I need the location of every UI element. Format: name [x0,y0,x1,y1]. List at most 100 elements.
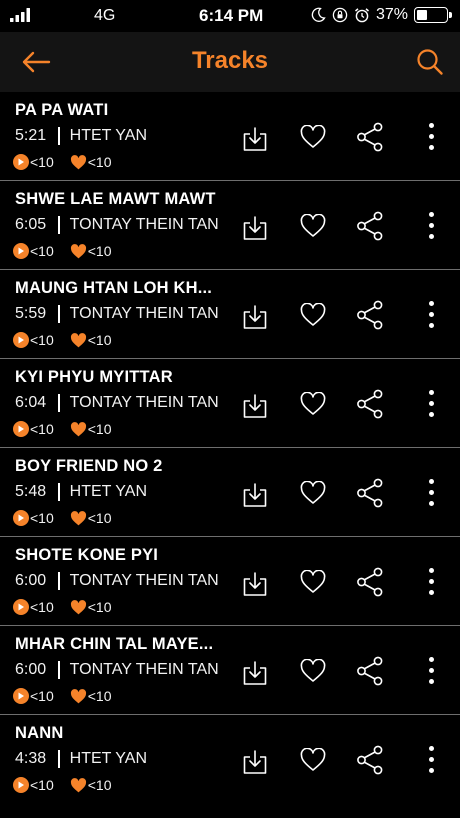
like-count-value: <10 [87,243,112,259]
play-count: <10 [13,777,54,793]
play-count-value: <10 [30,510,54,526]
track-title: BOY FRIEND NO 2 [15,457,163,475]
download-icon [243,394,267,418]
share-icon [357,389,383,419]
alarm-icon [354,8,369,23]
share-button[interactable] [352,386,388,422]
download-button[interactable] [237,477,273,513]
more-vertical-icon [428,745,434,773]
play-count-value: <10 [30,154,54,170]
like-count-value: <10 [87,154,112,170]
download-button[interactable] [237,299,273,335]
like-count: <10 [70,421,112,437]
track-row[interactable]: MHAR CHIN TAL MAYE... 6:00 TONTAY THEIN … [0,626,460,715]
track-title: SHWE LAE MAWT MAWT [15,190,216,208]
track-title: NANN [15,724,64,742]
like-button[interactable] [295,297,331,333]
download-button[interactable] [237,210,273,246]
download-button[interactable] [237,121,273,157]
download-button[interactable] [237,388,273,424]
track-duration: 5:59 [15,305,47,322]
track-duration: 6:05 [15,216,47,233]
more-vertical-icon [428,211,434,239]
like-button[interactable] [295,742,331,778]
more-options-button[interactable] [413,563,449,599]
more-options-button[interactable] [413,652,449,688]
track-stats: <10 <10 [13,421,128,437]
play-count: <10 [13,599,54,615]
track-row[interactable]: BOY FRIEND NO 2 5:48 HTET YAN <10 <10 [0,448,460,537]
like-count-heart-icon [70,510,86,525]
track-stats: <10 <10 [13,510,128,526]
like-count: <10 [70,510,112,526]
meta-separator [58,127,60,145]
like-button[interactable] [295,653,331,689]
download-icon [243,483,267,507]
share-button[interactable] [352,297,388,333]
like-button[interactable] [295,564,331,600]
like-button[interactable] [295,119,331,155]
track-row[interactable]: PA PA WATI 5:21 HTET YAN <10 <10 [0,92,460,181]
more-options-button[interactable] [413,207,449,243]
page-title: Tracks [191,47,269,74]
heart-icon [300,392,326,415]
like-count-heart-icon [70,777,86,792]
like-count-heart-icon [70,154,86,169]
like-count: <10 [70,777,112,793]
more-options-button[interactable] [413,741,449,777]
track-artist: TONTAY THEIN TAN [69,661,219,678]
like-button[interactable] [295,208,331,244]
share-button[interactable] [352,208,388,244]
share-icon [357,567,383,597]
track-artist: TONTAY THEIN TAN [69,305,219,322]
share-button[interactable] [352,564,388,600]
like-count-heart-icon [70,421,86,436]
track-stats: <10 <10 [13,332,128,348]
more-vertical-icon [428,122,434,150]
share-button[interactable] [352,742,388,778]
orientation-lock-icon [332,7,348,23]
track-row[interactable]: NANN 4:38 HTET YAN <10 <10 [0,715,460,803]
like-count-value: <10 [87,510,112,526]
download-button[interactable] [237,566,273,602]
like-count: <10 [70,688,112,704]
more-options-button[interactable] [413,474,449,510]
moon-icon [311,7,326,22]
meta-separator [58,305,60,323]
like-button[interactable] [295,475,331,511]
download-button[interactable] [237,744,273,780]
more-options-button[interactable] [413,296,449,332]
track-row[interactable]: MAUNG HTAN LOH KH... 5:59 TONTAY THEIN T… [0,270,460,359]
more-options-button[interactable] [413,118,449,154]
track-meta: 5:48 HTET YAN [15,483,147,501]
like-count: <10 [70,599,112,615]
clock: 6:14 PM [199,6,264,25]
track-stats: <10 <10 [13,154,128,170]
like-count-value: <10 [87,777,112,793]
search-button[interactable] [412,44,448,80]
share-button[interactable] [352,475,388,511]
like-count-value: <10 [87,421,112,437]
track-row[interactable]: SHOTE KONE PYI 6:00 TONTAY THEIN TAN <10… [0,537,460,626]
track-title: SHOTE KONE PYI [15,546,159,564]
heart-icon [300,125,326,148]
like-button[interactable] [295,386,331,422]
share-button[interactable] [352,119,388,155]
track-meta: 5:21 HTET YAN [15,127,147,145]
play-count-icon [13,154,29,170]
heart-icon [300,481,326,504]
more-vertical-icon [428,656,434,684]
track-row[interactable]: KYI PHYU MYITTAR 6:04 TONTAY THEIN TAN <… [0,359,460,448]
track-stats: <10 <10 [13,599,128,615]
share-button[interactable] [352,653,388,689]
track-row[interactable]: SHWE LAE MAWT MAWT 6:05 TONTAY THEIN TAN… [0,181,460,270]
track-duration: 4:38 [15,750,47,767]
download-icon [243,127,267,151]
track-artist: HTET YAN [69,127,147,144]
more-options-button[interactable] [413,385,449,421]
download-button[interactable] [237,655,273,691]
track-meta: 5:59 TONTAY THEIN TAN [15,305,219,323]
track-title: PA PA WATI [15,101,109,119]
like-count-heart-icon [70,688,86,703]
like-count: <10 [70,332,112,348]
